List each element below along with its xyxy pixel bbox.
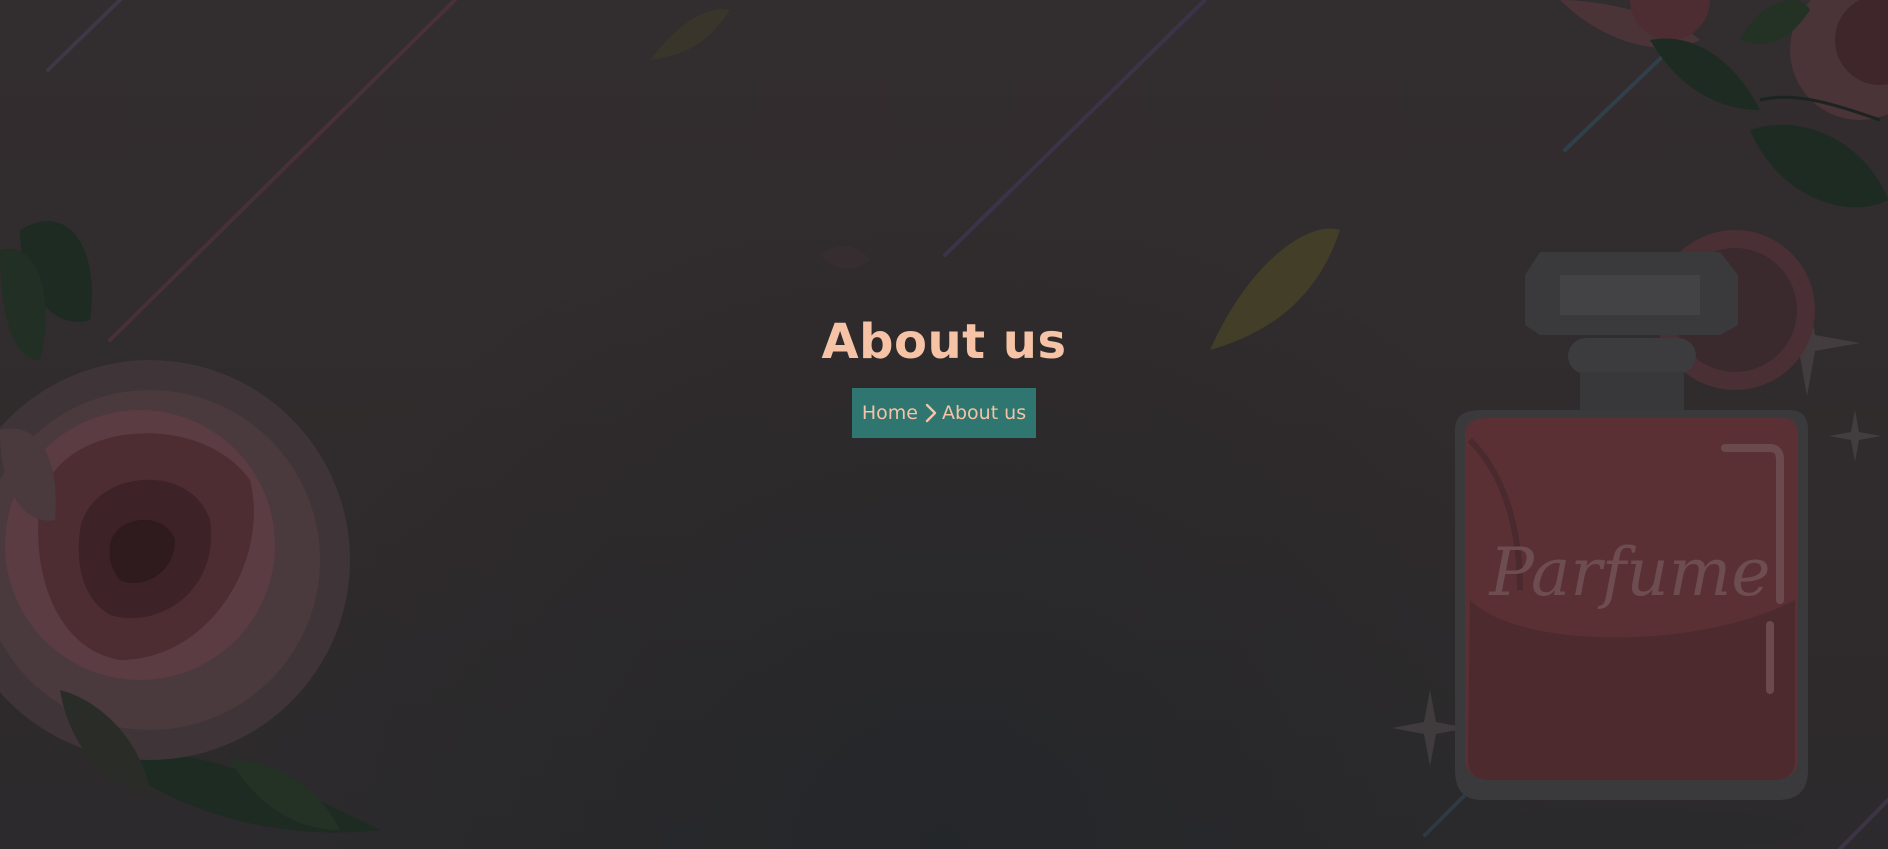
breadcrumb-current-page: About us xyxy=(941,402,1027,424)
page-hero: Parfume About us Home About us xyxy=(0,0,1888,849)
hero-title-area: About us Home About us xyxy=(0,308,1888,438)
bottle-label-text: Parfume xyxy=(1489,534,1771,611)
confetti-shapes xyxy=(650,9,1340,350)
chevron-right-icon xyxy=(925,403,937,423)
breadcrumb: Home About us xyxy=(851,388,1037,438)
rose-illustration-right xyxy=(1560,0,1888,208)
page-title: About us xyxy=(821,314,1067,370)
breadcrumb-home-link[interactable]: Home xyxy=(862,402,918,424)
